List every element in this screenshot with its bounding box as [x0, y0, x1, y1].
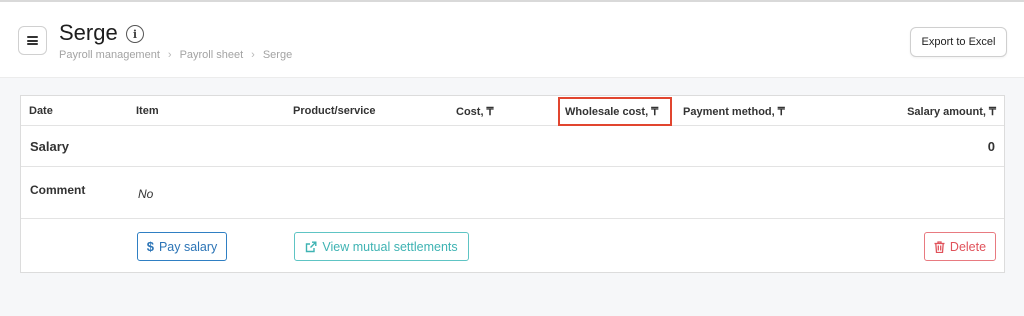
page-header: Serge i Payroll management › Payroll she… [0, 2, 1024, 78]
comment-value: No [138, 187, 154, 201]
pay-salary-label: Pay salary [158, 239, 218, 254]
column-header-cost[interactable]: Cost, ₸ [456, 105, 494, 118]
highlight-box [558, 97, 672, 126]
breadcrumb-item-payroll-management[interactable]: Payroll management [59, 49, 160, 61]
salary-label: Salary [30, 139, 70, 154]
page-title: Serge [59, 20, 118, 45]
column-header-salary-amount[interactable]: Salary amount, ₸ [907, 105, 996, 118]
info-icon[interactable]: i [126, 25, 144, 43]
pay-salary-button[interactable]: $ Pay salary [137, 232, 227, 261]
table-header: Date Item Product/service Cost, ₸ Wholes… [21, 96, 1004, 126]
table-row-salary: Salary 0 [21, 127, 1004, 167]
export-to-excel-button[interactable]: Export to Excel [910, 27, 1007, 57]
salary-amount-value: 0 [987, 139, 995, 154]
delete-label: Delete [949, 239, 987, 254]
breadcrumb-item-current: Serge [262, 49, 293, 61]
comment-label: Comment [30, 183, 86, 197]
delete-button[interactable]: Delete [924, 232, 996, 261]
view-mutual-settlements-button[interactable]: View mutual settlements [294, 232, 469, 261]
dollar-icon: $ [146, 239, 154, 254]
table-row-comment: Comment No [21, 168, 1004, 219]
breadcrumb-item-payroll-sheet[interactable]: Payroll sheet [180, 49, 244, 61]
column-header-item[interactable]: Item [136, 105, 159, 117]
view-mutual-settlements-label: View mutual settlements [322, 239, 458, 254]
table-row-actions: $ Pay salary View mutual settlements Del… [21, 220, 1004, 273]
external-link-icon [305, 241, 317, 253]
hamburger-menu-icon [27, 36, 38, 45]
column-header-date[interactable]: Date [29, 105, 53, 117]
column-header-product-service[interactable]: Product/service [293, 105, 376, 117]
breadcrumb: Payroll management › Payroll sheet › Ser… [59, 49, 292, 61]
payroll-table: Date Item Product/service Cost, ₸ Wholes… [20, 95, 1005, 273]
chevron-right-icon: › [251, 49, 255, 61]
column-header-payment-method[interactable]: Payment method, ₸ [683, 105, 785, 118]
menu-button[interactable] [18, 26, 47, 55]
chevron-right-icon: › [167, 49, 172, 61]
trash-icon [934, 240, 945, 253]
